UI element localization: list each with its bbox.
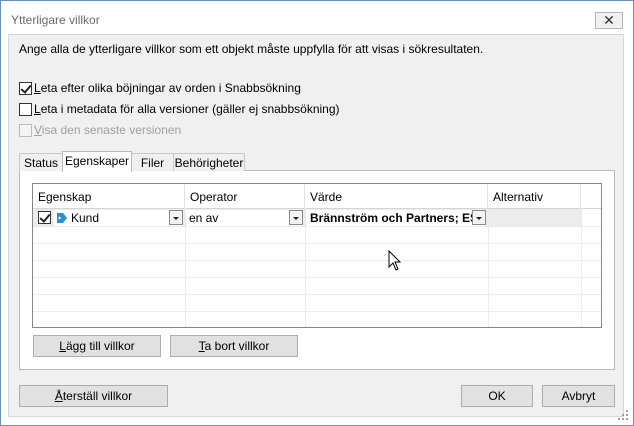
title-bar[interactable]: Ytterligare villkor ✕ xyxy=(1,1,633,35)
grid-header: Egenskap Operator Värde Alternativ xyxy=(33,184,601,208)
chevron-down-icon[interactable] xyxy=(169,210,183,225)
window-title: Ytterligare villkor xyxy=(11,13,100,27)
all-versions-label: Leta i metadata för alla versioner (gäll… xyxy=(34,102,340,116)
column-header-operator[interactable]: Operator xyxy=(185,184,305,208)
chevron-down-icon[interactable] xyxy=(472,210,486,225)
row-line xyxy=(33,243,601,244)
condition-value: Brännström och Partners; ES xyxy=(310,211,479,225)
chevron-down-icon[interactable] xyxy=(289,210,303,225)
row-line xyxy=(33,277,601,278)
close-button[interactable]: ✕ xyxy=(595,12,623,29)
tab-files[interactable]: Filer xyxy=(131,153,174,171)
row-line xyxy=(33,260,601,261)
ok-button[interactable]: OK xyxy=(461,385,533,407)
add-condition-button[interactable]: Lägg till villkor xyxy=(33,335,161,357)
column-header-property[interactable]: Egenskap xyxy=(33,184,185,208)
inflections-checkbox[interactable] xyxy=(19,81,32,95)
alternative-cell[interactable] xyxy=(489,210,580,226)
remove-condition-button[interactable]: Ta bort villkor xyxy=(170,335,298,357)
row-line xyxy=(33,226,601,227)
column-header-value[interactable]: Värde xyxy=(305,184,488,208)
tab-status[interactable]: Status xyxy=(19,153,63,171)
latest-version-label: Visa den senaste versionen xyxy=(34,123,182,137)
mouse-cursor-icon xyxy=(388,250,402,271)
close-icon: ✕ xyxy=(603,12,615,28)
inflections-label: Leta efter olika böjningar av orden i Sn… xyxy=(34,81,301,95)
all-versions-checkbox[interactable] xyxy=(19,102,32,116)
conditions-grid: Egenskap Operator Värde Alternativ Kund … xyxy=(32,183,602,328)
option-latest-version: Visa den senaste versionen xyxy=(19,122,181,138)
value-combo[interactable]: Brännström och Partners; ES xyxy=(306,210,486,226)
reset-conditions-button[interactable]: Återställ villkor xyxy=(19,385,168,407)
latest-version-checkbox xyxy=(19,123,32,137)
column-line xyxy=(581,208,582,327)
resize-grip-icon[interactable] xyxy=(617,409,629,421)
option-all-versions[interactable]: Leta i metadata för alla versioner (gäll… xyxy=(19,101,340,117)
column-header-alternative[interactable]: Alternativ xyxy=(488,184,581,208)
tab-permissions[interactable]: Behörigheter xyxy=(173,153,245,171)
row-line xyxy=(33,294,601,295)
row-enabled-checkbox[interactable] xyxy=(38,211,51,224)
intro-text: Ange alla de ytterligare villkor som ett… xyxy=(19,42,484,56)
property-value: Kund xyxy=(71,211,100,225)
option-inflections[interactable]: Leta efter olika böjningar av orden i Sn… xyxy=(19,80,301,96)
operator-combo[interactable]: en av xyxy=(186,210,303,226)
tag-icon xyxy=(57,213,67,223)
cancel-button[interactable]: Avbryt xyxy=(542,385,615,407)
row-line xyxy=(33,311,601,312)
tab-properties[interactable]: Egenskaper xyxy=(62,151,132,172)
operator-value: en av xyxy=(189,211,219,225)
property-combo[interactable]: Kund xyxy=(54,210,183,226)
